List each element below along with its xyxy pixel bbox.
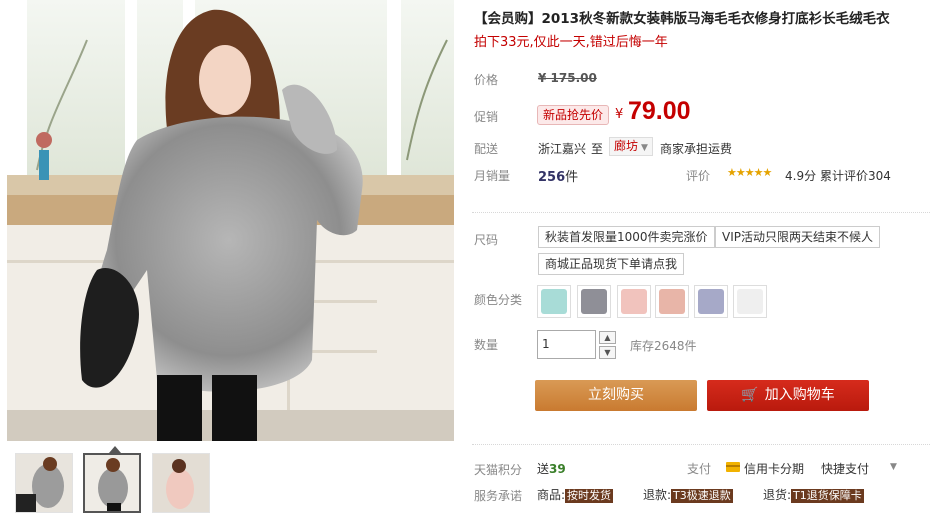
- size-option-1[interactable]: 秋装首发限量1000件卖完涨价: [538, 226, 715, 248]
- credit-card-installment[interactable]: 信用卡分期: [744, 460, 804, 477]
- thumbnail-2-illustration: [85, 455, 139, 511]
- color-swatch-6[interactable]: [733, 285, 767, 318]
- product-title: 【会员购】2013秋冬新款女装韩版马海毛毛衣修身打底衫长毛绒毛衣: [474, 11, 890, 27]
- swatch-5-image: [698, 289, 724, 314]
- shipping-label: 配送: [474, 142, 499, 156]
- color-swatch-5[interactable]: [694, 285, 728, 318]
- monthly-sales-count: 256: [538, 170, 566, 185]
- promo-badge: 新品抢先价: [537, 105, 610, 125]
- points-prefix: 送: [537, 462, 550, 476]
- swatch-4-image: [659, 289, 685, 314]
- service-refund-label: 退款:: [643, 488, 672, 502]
- currency-symbol: ¥: [615, 107, 624, 122]
- rating-label: 评价: [686, 169, 711, 183]
- destination-value: 廊坊: [614, 139, 639, 153]
- color-swatch-4[interactable]: [655, 285, 689, 318]
- divider: [472, 212, 930, 213]
- rating-score: 4.9分: [785, 169, 817, 183]
- service-refund-tag: T3极速退款: [671, 489, 733, 503]
- buy-now-button[interactable]: 立刻购买: [535, 380, 697, 411]
- service-goods: 商品: 按时发货: [537, 486, 614, 503]
- add-to-cart-label: 加入购物车: [764, 387, 835, 403]
- product-photo-illustration: [7, 0, 454, 441]
- quantity-decrease-button[interactable]: ▼: [599, 346, 616, 359]
- shipping-to: 至: [591, 142, 604, 156]
- service-return: 退货: T1退货保障卡: [763, 486, 864, 503]
- size-option-2[interactable]: VIP活动只限两天结束不候人: [715, 226, 880, 248]
- monthly-sales-unit: 件: [565, 170, 579, 185]
- rating-stars: ★★★★★: [727, 166, 772, 179]
- service-return-label: 退货:: [763, 488, 792, 502]
- original-price: ¥ 175.00: [538, 71, 597, 85]
- current-price: 79.00: [628, 97, 691, 125]
- service-goods-label: 商品:: [537, 488, 566, 502]
- total-reviews-link[interactable]: 累计评价304: [820, 167, 891, 184]
- shipping-origin: 浙江嘉兴: [538, 142, 587, 156]
- main-product-image[interactable]: [7, 0, 454, 441]
- monthly-sales: 256件: [538, 166, 578, 185]
- points-value: 送39: [537, 460, 566, 477]
- swatch-6-image: [737, 289, 763, 314]
- swatch-3-image: [621, 289, 647, 314]
- product-subtitle: 拍下33元,仅此一天,错过后悔一年: [474, 35, 668, 50]
- thumbnail-1-illustration: [16, 454, 72, 512]
- cart-icon: 🛒: [741, 387, 759, 403]
- shipping-fee: 商家承担运费: [660, 142, 733, 156]
- stock-count: 库存2648件: [630, 339, 697, 353]
- service-label: 服务承诺: [474, 489, 523, 503]
- points-label: 天猫积分: [474, 463, 523, 477]
- thumbnail-1[interactable]: [15, 453, 73, 513]
- credit-card-icon: [726, 462, 740, 472]
- active-thumbnail-indicator: [109, 446, 121, 453]
- service-refund: 退款: T3极速退款: [643, 486, 733, 503]
- quantity-input[interactable]: 1: [537, 330, 596, 359]
- size-option-3[interactable]: 商城正品现货下单请点我: [538, 253, 685, 275]
- thumbnail-3[interactable]: [152, 453, 210, 513]
- divider: [472, 444, 930, 445]
- service-return-tag: T1退货保障卡: [791, 489, 864, 503]
- promo-label: 促销: [474, 110, 499, 124]
- color-swatch-2[interactable]: [577, 285, 611, 318]
- quantity-label: 数量: [474, 338, 499, 352]
- swatch-1-image: [541, 289, 567, 314]
- add-to-cart-button[interactable]: 🛒 加入购物车: [707, 380, 869, 411]
- color-label: 颜色分类: [474, 293, 523, 307]
- color-swatch-3[interactable]: [617, 285, 651, 318]
- service-goods-tag: 按时发货: [565, 489, 614, 503]
- swatch-2-image: [581, 289, 607, 314]
- chevron-up-icon: ▲: [604, 333, 611, 342]
- quantity-increase-button[interactable]: ▲: [599, 331, 616, 344]
- size-label: 尺码: [474, 233, 499, 247]
- color-swatch-1[interactable]: [537, 285, 571, 318]
- points-number: 39: [549, 462, 566, 476]
- quick-pay[interactable]: 快捷支付: [821, 460, 869, 477]
- price-label: 价格: [474, 73, 499, 87]
- chevron-down-icon: ▼: [604, 348, 611, 357]
- thumbnail-2[interactable]: [83, 453, 141, 513]
- thumbnail-3-illustration: [153, 454, 209, 512]
- chevron-down-icon[interactable]: ▼: [890, 462, 897, 472]
- chevron-down-icon: ▼: [641, 143, 648, 153]
- destination-select[interactable]: 廊坊 ▼: [609, 137, 653, 156]
- pay-label: 支付: [687, 462, 712, 476]
- monthly-sales-label: 月销量: [474, 169, 511, 183]
